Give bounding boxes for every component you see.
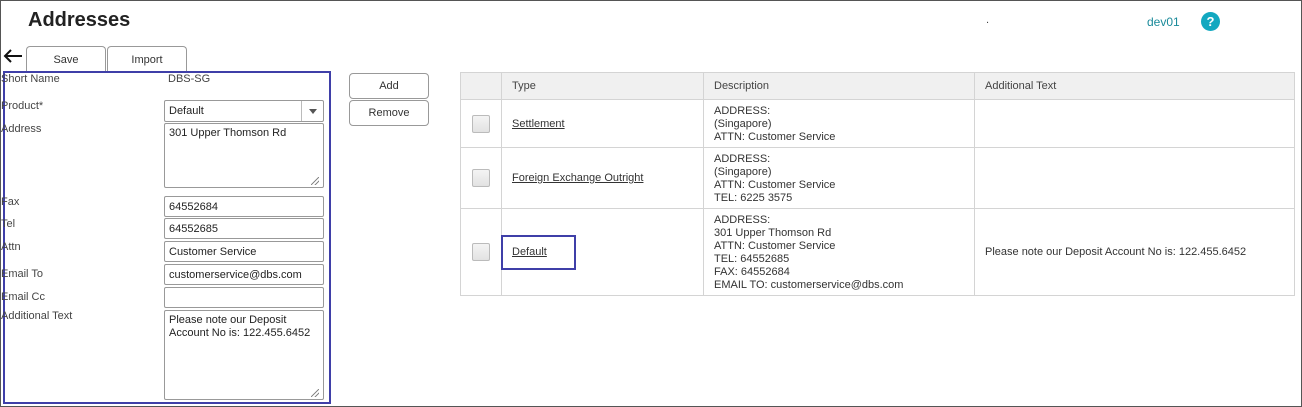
type-link[interactable]: Settlement <box>512 118 565 130</box>
address-textarea[interactable]: 301 Upper Thomson Rd <box>164 123 324 188</box>
product-select[interactable]: Default <box>164 100 324 122</box>
type-link[interactable]: Foreign Exchange Outright <box>512 172 643 184</box>
description-column-header[interactable]: Description <box>703 72 975 100</box>
remove-button[interactable]: Remove <box>349 100 429 126</box>
attn-label: Attn <box>1 241 21 253</box>
description-line: TEL: 64552685 <box>714 253 790 265</box>
help-glyph: ? <box>1206 14 1215 29</box>
description-line: TEL: 6225 3575 <box>714 192 793 204</box>
email-to-label: Email To <box>1 268 43 280</box>
short-name-value: DBS-SG <box>168 73 211 85</box>
type-cell: Foreign Exchange Outright <box>501 147 704 209</box>
short-name-label: Short Name <box>1 73 60 85</box>
description-line: ADDRESS: <box>714 105 771 117</box>
table-row[interactable]: Settlement ADDRESS: (Singapore) ATTN: Cu… <box>460 99 1295 148</box>
row-checkbox[interactable] <box>472 114 490 133</box>
page-title: Addresses <box>28 9 131 31</box>
fax-input[interactable] <box>164 196 324 217</box>
email-to-input[interactable] <box>164 264 324 285</box>
back-arrow-icon[interactable] <box>2 47 24 65</box>
description-cell: ADDRESS: (Singapore) ATTN: Customer Serv… <box>703 99 975 148</box>
resize-grip-icon[interactable] <box>311 389 319 397</box>
additional-text-cell <box>974 147 1295 209</box>
attn-input[interactable] <box>164 241 324 262</box>
table-row[interactable]: Foreign Exchange Outright ADDRESS: (Sing… <box>460 147 1295 209</box>
type-link[interactable]: Default <box>512 246 547 258</box>
type-cell: Settlement <box>501 99 704 148</box>
import-button[interactable]: Import <box>107 46 187 72</box>
description-line: EMAIL TO: customerservice@dbs.com <box>714 279 904 291</box>
chevron-down-icon[interactable] <box>301 101 323 121</box>
table-header-row: Type Description Additional Text <box>460 72 1295 100</box>
row-select-cell <box>460 147 502 209</box>
description-line: (Singapore) <box>714 118 772 130</box>
description-line: ATTN: Customer Service <box>714 179 836 191</box>
row-select-cell <box>460 208 502 296</box>
fax-label: Fax <box>1 196 20 208</box>
row-checkbox[interactable] <box>472 243 490 261</box>
add-button[interactable]: Add <box>349 73 429 99</box>
description-line: ADDRESS: <box>714 214 771 226</box>
address-label: Address <box>1 123 42 135</box>
resize-grip-icon[interactable] <box>311 177 319 185</box>
additional-text-cell <box>974 99 1295 148</box>
table-row[interactable]: Default ADDRESS: 301 Upper Thomson Rd AT… <box>460 208 1295 296</box>
email-cc-label: Email Cc <box>1 291 46 303</box>
description-line: ATTN: Customer Service <box>714 240 836 252</box>
row-select-cell <box>460 99 502 148</box>
type-column-header[interactable]: Type <box>501 72 704 100</box>
user-name[interactable]: dev01 <box>1147 15 1180 29</box>
help-icon[interactable]: ? <box>1201 12 1220 31</box>
email-cc-input[interactable] <box>164 287 324 308</box>
row-checkbox[interactable] <box>472 169 490 187</box>
product-label: Product* <box>1 100 44 112</box>
additional-text-cell: Please note our Deposit Account No is: 1… <box>974 208 1295 296</box>
select-column-header <box>460 72 502 100</box>
description-line: 301 Upper Thomson Rd <box>714 227 832 239</box>
tel-label: Tel <box>1 218 16 230</box>
product-selected-value: Default <box>169 105 204 117</box>
type-cell: Default <box>501 208 704 296</box>
description-line: FAX: 64552684 <box>714 266 790 278</box>
description-cell: ADDRESS: 301 Upper Thomson Rd ATTN: Cust… <box>703 208 975 296</box>
tel-input[interactable] <box>164 218 324 239</box>
additional-text-column-header[interactable]: Additional Text <box>974 72 1295 100</box>
description-line: ADDRESS: <box>714 153 771 165</box>
additional-text-label: Additional Text <box>1 310 73 322</box>
header-dot: . <box>986 14 990 26</box>
additional-text-textarea[interactable]: Please note our Deposit Account No is: 1… <box>164 310 324 400</box>
save-button[interactable]: Save <box>26 46 106 72</box>
description-line: ATTN: Customer Service <box>714 131 836 143</box>
description-line: (Singapore) <box>714 166 772 178</box>
addresses-table: Type Description Additional Text Settlem… <box>460 72 1295 296</box>
description-cell: ADDRESS: (Singapore) ATTN: Customer Serv… <box>703 147 975 209</box>
